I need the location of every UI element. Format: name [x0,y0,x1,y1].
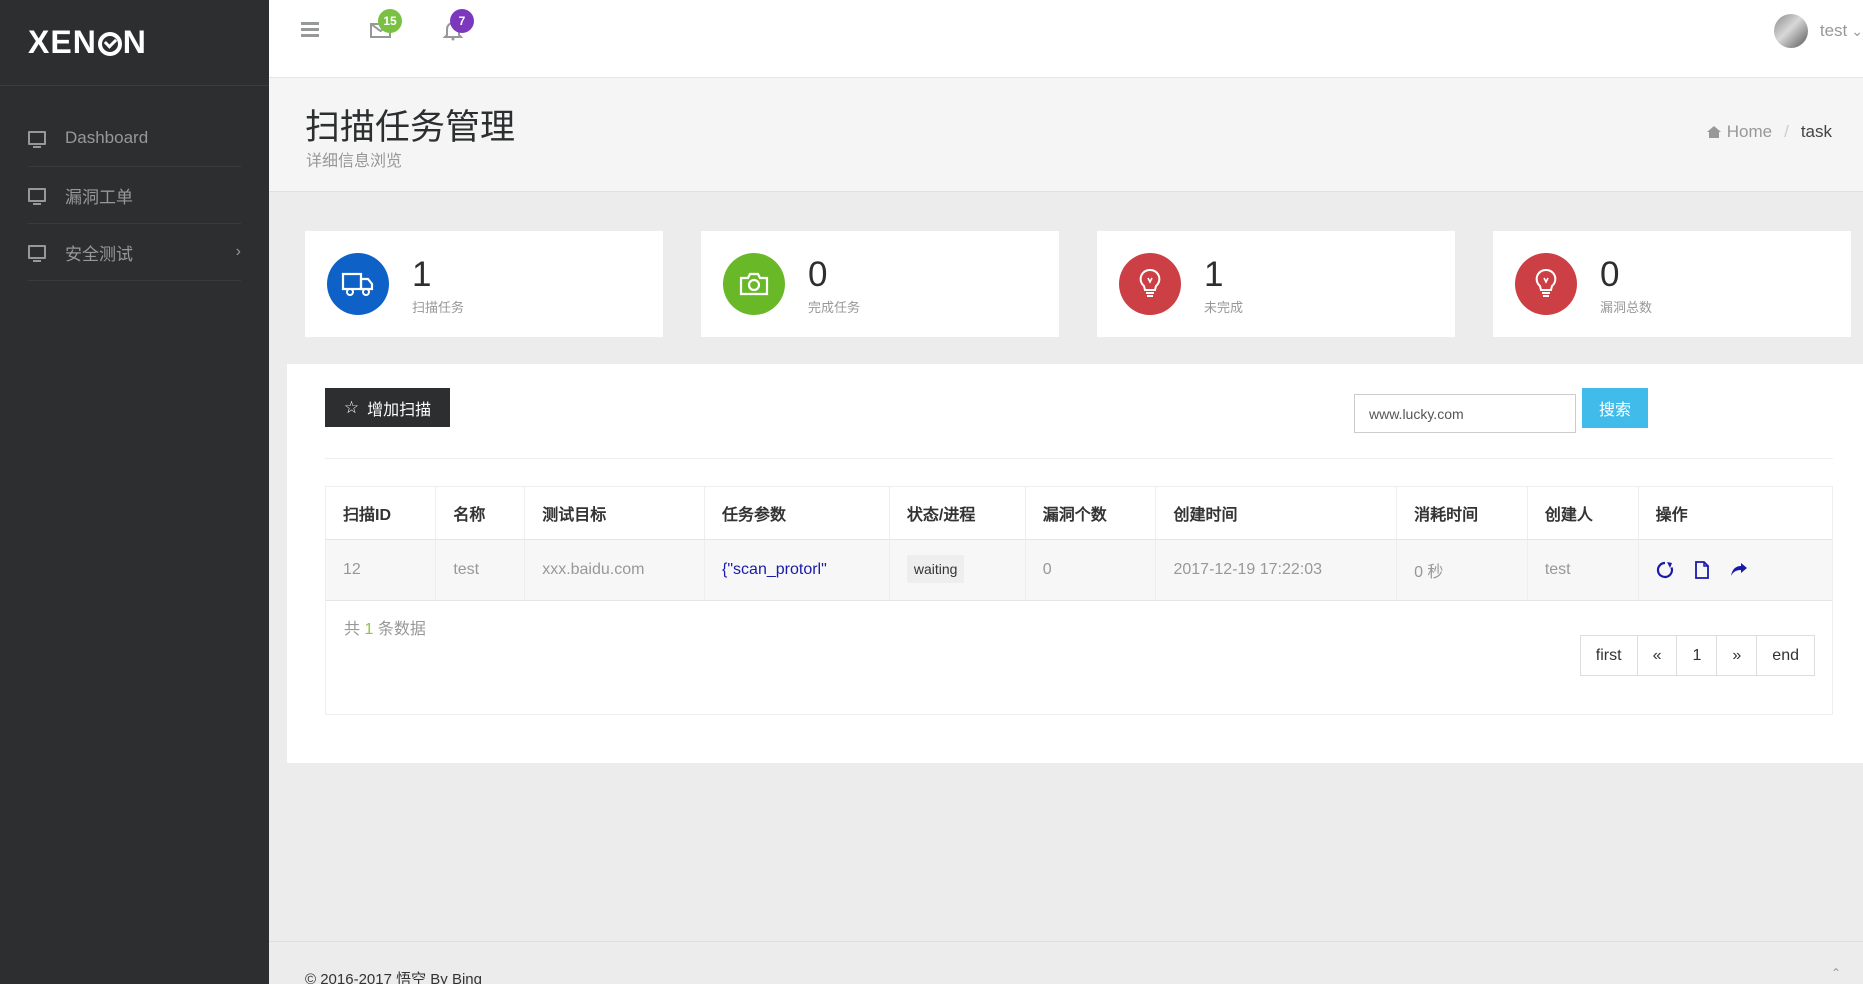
sidebar: XEN N Dashboard 漏洞工单 安全测试 › [0,0,269,984]
status-badge: waiting [906,554,965,583]
copyright: © 2016-2017 悟空 By Bing [305,971,482,984]
column-header: 操作 [1638,487,1832,540]
task-table: 扫描ID 名称 测试目标 任务参数 状态/进程 漏洞个数 创建时间 消耗时间 创… [326,487,1832,601]
sidebar-item-vuln-tickets[interactable]: 漏洞工单 [28,167,241,224]
lightbulb-icon [1119,253,1181,315]
summary-prefix: 共 [344,621,361,638]
column-header[interactable]: 消耗时间 [1396,487,1528,540]
search-button[interactable]: 搜索 [1582,388,1648,428]
page-number-button[interactable]: 1 [1676,636,1716,675]
breadcrumb-home-label: Home [1726,122,1773,141]
search-input[interactable] [1354,394,1576,433]
chevron-right-icon: › [235,243,241,260]
topbar: 15 7 test ⌄ [269,0,1863,78]
stat-value: 1 [412,255,432,294]
share-icon[interactable] [1730,562,1748,578]
row-actions [1656,560,1832,579]
stat-label: 漏洞总数 [1600,300,1653,315]
user-menu[interactable]: test ⌄ [1773,14,1863,48]
stat-label: 未完成 [1204,300,1244,315]
table-header-row: 扫描ID 名称 测试目标 任务参数 状态/进程 漏洞个数 创建时间 消耗时间 创… [326,487,1832,540]
stat-label: 完成任务 [808,300,861,315]
cell-vuln-count: 0 [1025,539,1157,601]
lightbulb-icon [1515,253,1577,315]
add-scan-button[interactable]: ☆ 增加扫描 [325,388,450,427]
cell-ops [1638,539,1832,601]
cell-status: waiting [889,539,1026,601]
star-icon: ☆ [343,397,360,417]
summary-count: 1 [364,621,374,638]
messages-count-badge: 15 [378,9,402,33]
sidebar-item-label: 安全测试 [65,244,133,264]
column-header[interactable]: 测试目标 [524,487,706,540]
chevron-down-icon: ⌄ [1851,22,1863,39]
logo-mark-icon [97,31,122,56]
avatar [1773,14,1808,48]
stat-card-completed: 0 完成任务 [701,231,1059,337]
document-icon[interactable] [1694,560,1710,579]
logo[interactable]: XEN N [0,0,269,86]
cell-params[interactable]: {"scan_protorl" [704,539,890,601]
sidebar-item-label: 漏洞工单 [65,187,133,207]
stat-value: 1 [1204,255,1224,294]
stat-value: 0 [808,255,828,294]
chevron-up-icon[interactable]: ⌃ [1831,966,1849,984]
home-icon [1706,126,1721,138]
stat-card-scan-tasks: 1 扫描任务 [305,231,663,337]
stat-label: 扫描任务 [412,300,465,315]
breadcrumb-current: task [1800,122,1832,141]
column-header[interactable]: 创建人 [1527,487,1639,540]
cell-created: 2017-12-19 17:22:03 [1155,539,1398,601]
footer: © 2016-2017 悟空 By Bing ⌃ [269,941,1863,984]
pagination: first « 1 » end [1579,635,1815,676]
truck-icon [327,253,389,315]
page-prev-button[interactable]: « [1636,636,1677,675]
column-header[interactable]: 名称 [435,487,526,540]
task-panel: ☆ 增加扫描 搜索 扫描ID 名称 测试目标 任务参数 状态/进程 漏洞个数 创… [287,364,1863,763]
stat-card-incomplete: 1 未完成 [1097,231,1455,337]
menu-toggle-icon[interactable] [301,22,319,37]
breadcrumb: Home / task [1706,122,1832,142]
stat-value: 0 [1600,255,1620,294]
divider [325,458,1833,459]
cell-creator: test [1527,539,1639,601]
add-scan-label: 增加扫描 [367,401,432,419]
sidebar-item-dashboard[interactable]: Dashboard [28,110,241,167]
page-title: 扫描任务管理 [305,108,516,147]
monitor-icon [28,188,46,205]
cell-target: xxx.baidu.com [524,539,706,601]
sidebar-item-security-test[interactable]: 安全测试 › [28,224,241,281]
column-header[interactable]: 状态/进程 [889,487,1026,540]
task-table-container: 扫描ID 名称 测试目标 任务参数 状态/进程 漏洞个数 创建时间 消耗时间 创… [325,486,1833,715]
column-header[interactable]: 漏洞个数 [1025,487,1157,540]
page-end-button[interactable]: end [1756,636,1814,675]
cell-scan-id: 12 [326,539,437,601]
summary-suffix: 条数据 [377,621,426,638]
column-header[interactable]: 创建时间 [1155,487,1398,540]
column-header[interactable]: 扫描ID [326,487,437,540]
cell-elapsed: 0 秒 [1396,539,1528,601]
monitor-icon [28,131,46,148]
page-description: 详细信息浏览 [306,153,403,170]
stat-card-total-vulns: 0 漏洞总数 [1493,231,1851,337]
page-first-button[interactable]: first [1581,636,1637,675]
page-next-button[interactable]: » [1716,636,1756,675]
column-header[interactable]: 任务参数 [704,487,890,540]
breadcrumb-separator: / [1784,122,1789,141]
notifications-button[interactable]: 7 [441,9,474,42]
monitor-icon [28,245,46,262]
breadcrumb-home[interactable]: Home [1706,122,1773,142]
sidebar-nav: Dashboard 漏洞工单 安全测试 › [0,110,269,281]
camera-icon [723,253,785,315]
sidebar-item-label: Dashboard [65,128,149,147]
record-summary: 共 1 条数据 [344,615,426,639]
notifications-count-badge: 7 [450,9,474,33]
table-row[interactable]: 12 test xxx.baidu.com {"scan_protorl" wa… [326,539,1832,601]
user-name: test [1819,21,1848,40]
refresh-icon[interactable] [1656,561,1674,579]
messages-button[interactable]: 15 [369,9,402,42]
page-title-bar: 扫描任务管理 详细信息浏览 Home / task [269,78,1863,192]
cell-name: test [435,539,526,601]
